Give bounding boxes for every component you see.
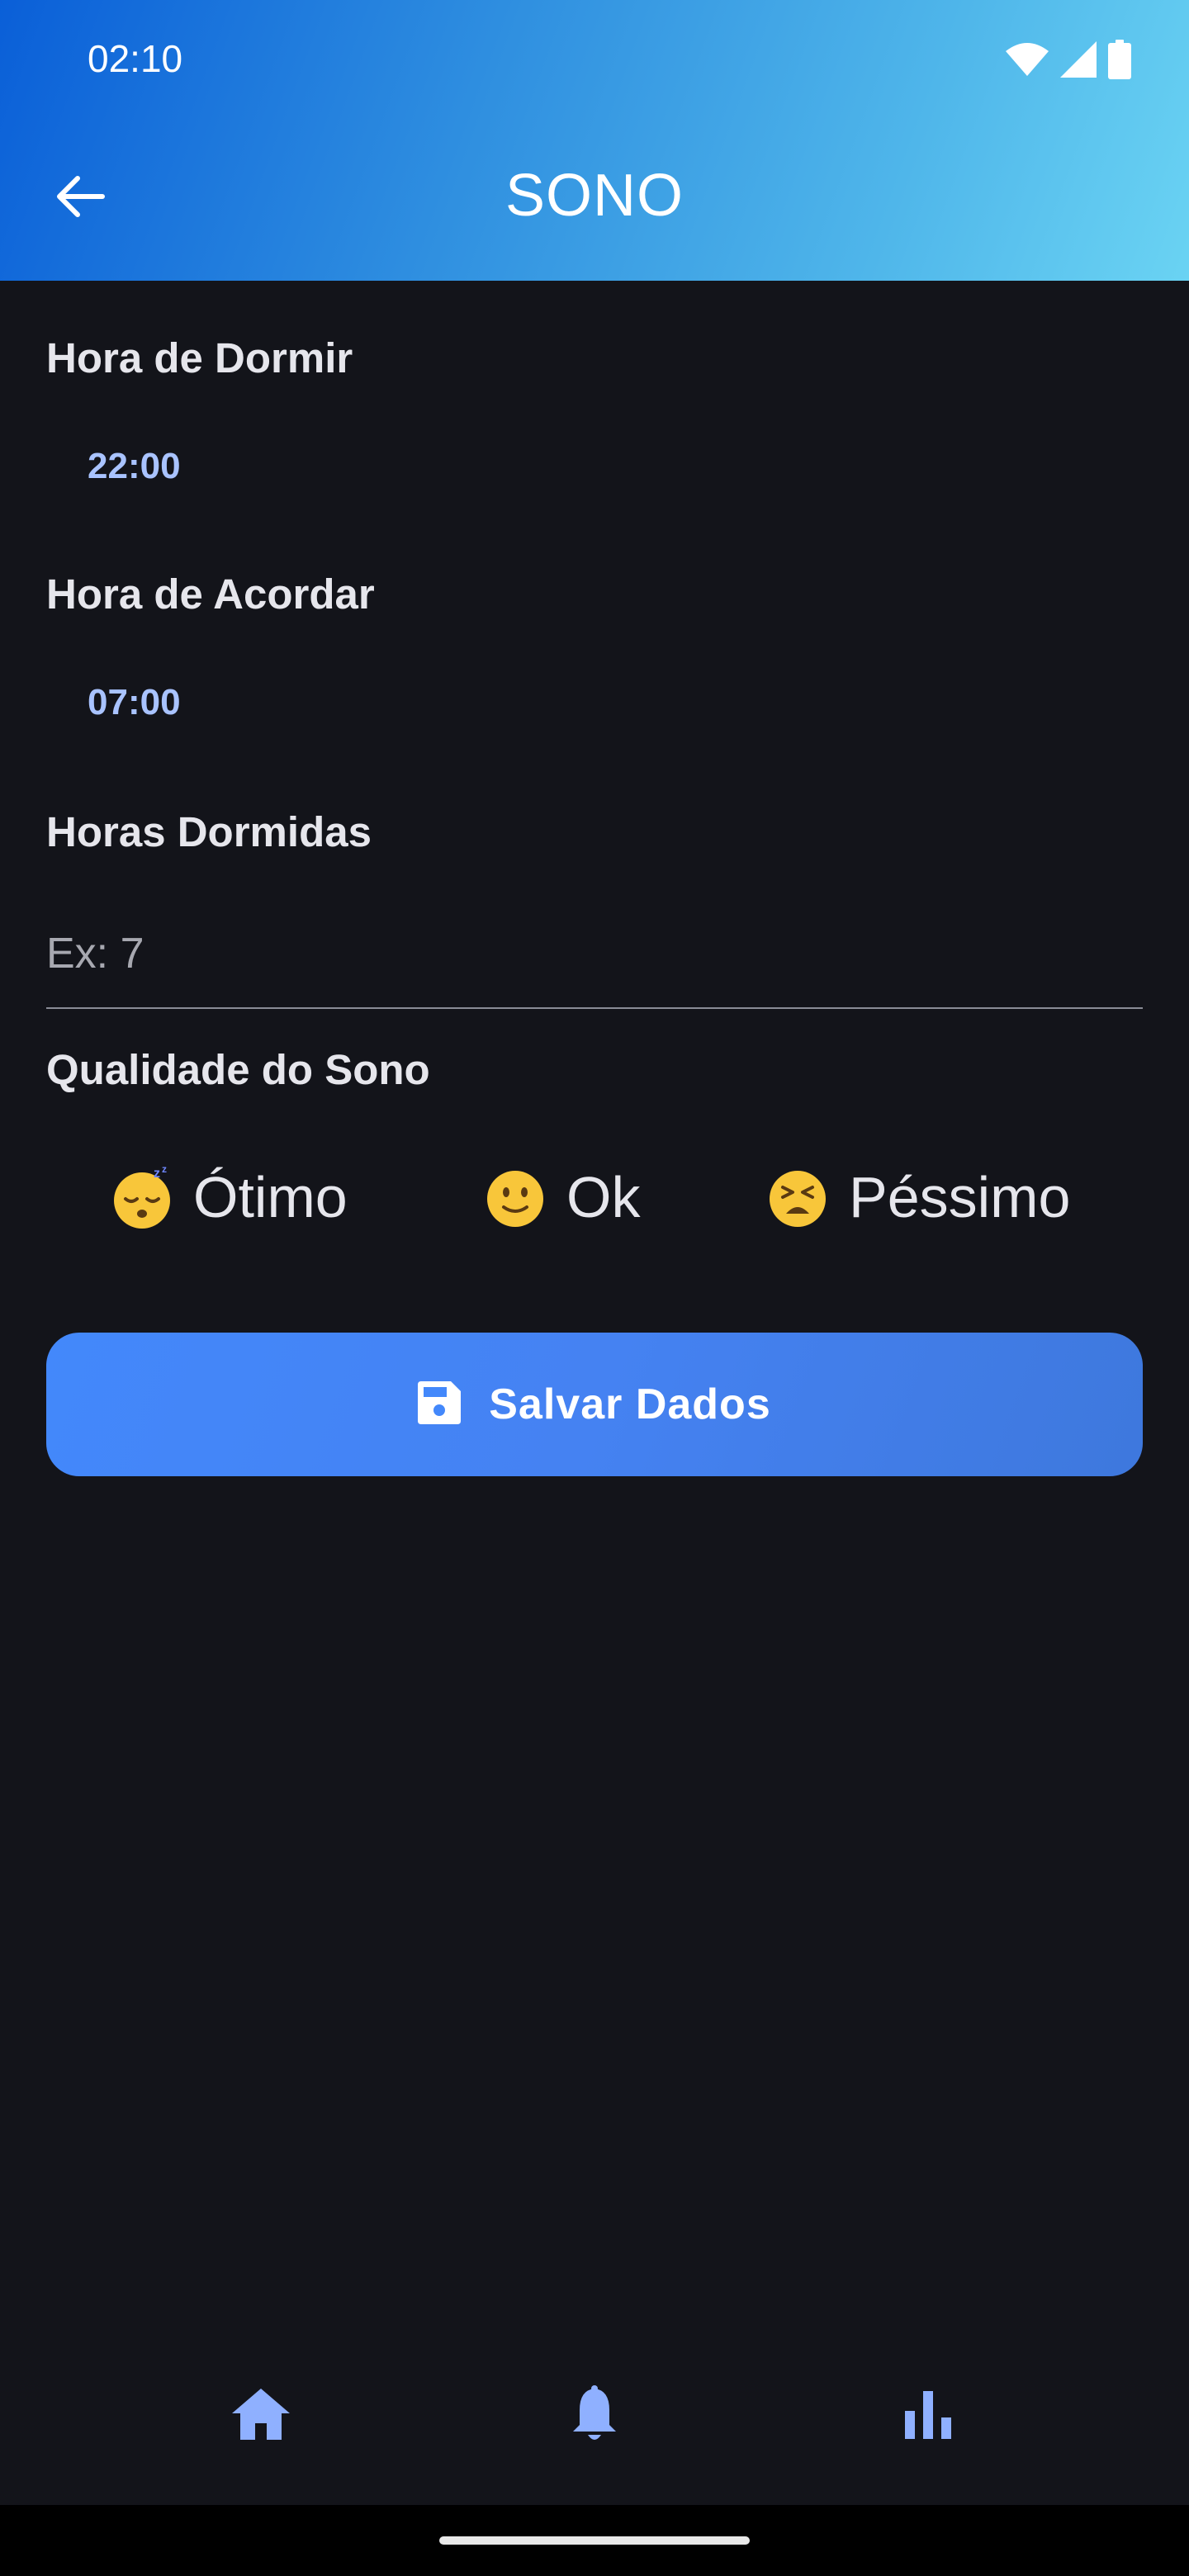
svg-text:z: z xyxy=(162,1164,167,1175)
wifi-icon xyxy=(1006,43,1049,80)
cellular-signal-icon xyxy=(1060,41,1097,82)
bedtime-picker[interactable]: 22:00 xyxy=(88,446,181,487)
quality-option-bad[interactable]: Péssimo xyxy=(765,1164,1070,1230)
tired-face-emoji xyxy=(765,1164,831,1230)
hours-slept-label: Horas Dormidas xyxy=(46,808,372,855)
quality-option-label: Ótimo xyxy=(193,1165,348,1229)
status-time: 02:10 xyxy=(88,37,183,80)
sleeping-face-emoji: z z xyxy=(109,1164,175,1230)
svg-text:z: z xyxy=(154,1167,160,1181)
home-icon xyxy=(232,2388,290,2444)
quality-option-label: Péssimo xyxy=(849,1165,1071,1229)
sleep-quality-label: Qualidade do Sono xyxy=(46,1046,430,1093)
page-title: SONO xyxy=(504,163,685,229)
quality-option-great[interactable]: z z Ótimo xyxy=(109,1164,348,1230)
save-button[interactable]: Salvar Dados xyxy=(46,1333,1143,1476)
bell-icon xyxy=(570,2384,619,2447)
hours-slept-input[interactable] xyxy=(46,900,1143,1009)
bottom-navigation xyxy=(0,2328,1189,2505)
wake-time-label: Hora de Acordar xyxy=(46,571,375,618)
quality-option-ok[interactable]: Ok xyxy=(482,1164,640,1230)
bar-chart-icon xyxy=(903,2389,953,2443)
wake-time-picker[interactable]: 07:00 xyxy=(88,682,181,723)
save-button-label: Salvar Dados xyxy=(489,1380,771,1428)
slightly-smiling-face-emoji xyxy=(482,1164,548,1230)
gesture-handle[interactable] xyxy=(439,2536,750,2545)
nav-statistics[interactable] xyxy=(887,2375,969,2457)
bedtime-label: Hora de Dormir xyxy=(46,334,353,381)
status-icons xyxy=(1006,40,1131,83)
system-navigation-area xyxy=(0,2505,1189,2576)
app-header: 02:10 SONO xyxy=(0,0,1189,281)
nav-home[interactable] xyxy=(220,2375,302,2457)
quality-option-label: Ok xyxy=(566,1165,641,1229)
sleep-screen: 02:10 SONO Hora de Dormir 22:00 Hora de … xyxy=(0,0,1189,2576)
floppy-disk-icon xyxy=(418,1380,462,1428)
battery-icon xyxy=(1108,40,1131,83)
nav-notifications[interactable] xyxy=(553,2375,636,2457)
